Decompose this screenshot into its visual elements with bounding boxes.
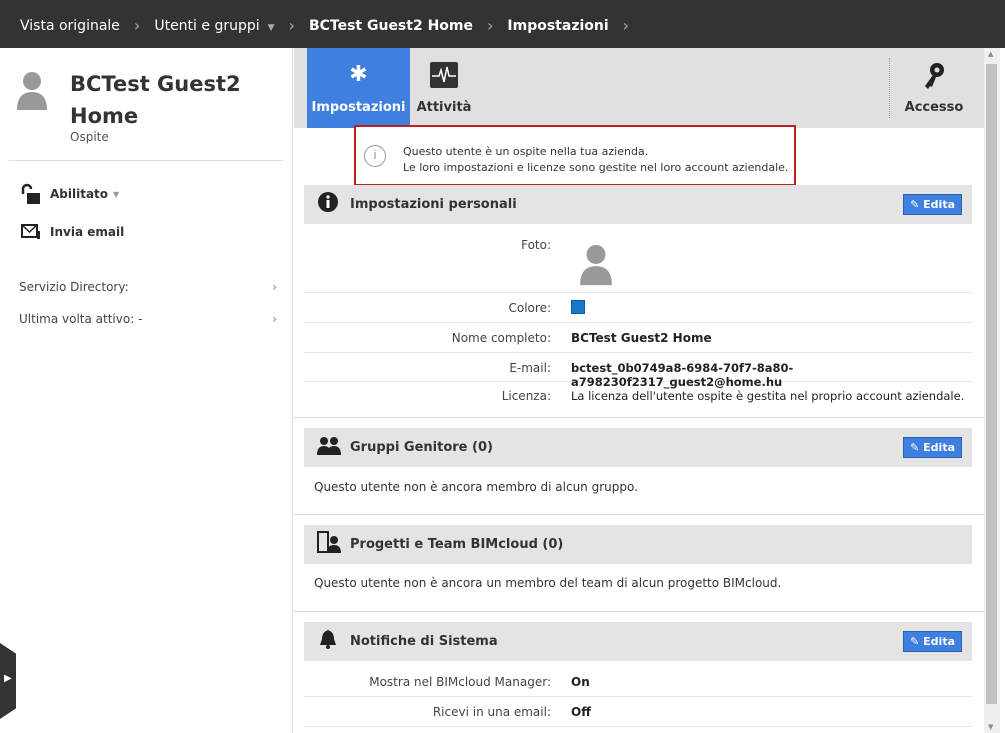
- fullname-value: BCTest Guest2 Home: [571, 331, 712, 345]
- users-icon: [317, 435, 341, 460]
- info-circle-icon: [317, 192, 339, 217]
- edit-button[interactable]: ✎ Edita: [903, 437, 962, 458]
- chevron-right-icon: ›: [487, 16, 494, 35]
- status-label: Abilitato: [50, 187, 109, 201]
- tab-accesso[interactable]: Accesso: [899, 48, 969, 128]
- show-in-manager-row: Mostra nel BIMcloud Manager: On: [304, 667, 972, 697]
- edit-label: Edita: [923, 635, 955, 648]
- projects-header: Progetti e Team BIMcloud (0): [304, 525, 972, 564]
- divider: [889, 58, 890, 118]
- breadcrumb-impostazioni[interactable]: Impostazioni: [507, 18, 608, 34]
- section-title: Notifiche di Sistema: [350, 634, 498, 649]
- user-role: Ospite: [70, 130, 109, 144]
- projects-empty-text: Questo utente non è ancora un membro del…: [314, 576, 782, 590]
- expand-panel-handle[interactable]: ▶: [0, 643, 16, 719]
- chevron-right-icon: ›: [288, 16, 295, 35]
- breadcrumb-label: Utenti e gruppi: [154, 17, 260, 34]
- gear-icon: ✱: [349, 62, 368, 87]
- receive-email-row: Ricevi in una email: Off: [304, 697, 972, 727]
- scrollbar[interactable]: ▲ ▼: [984, 48, 1000, 733]
- scroll-down-icon[interactable]: ▼: [988, 723, 993, 731]
- divider: [294, 417, 984, 428]
- directory-label: Servizio Directory:: [19, 280, 129, 294]
- main-content: ✱ Impostazioni Attività Accesso i Questo …: [294, 48, 984, 733]
- chevron-right-icon: ›: [272, 280, 277, 294]
- color-swatch[interactable]: [571, 300, 585, 314]
- edit-button[interactable]: ✎ Edita: [903, 194, 962, 215]
- last-active-row[interactable]: Ultima volta attivo: - ›: [19, 312, 277, 326]
- arrow-right-icon: ▶: [4, 673, 12, 684]
- divider: [9, 160, 283, 161]
- tab-impostazioni[interactable]: ✱ Impostazioni: [307, 48, 410, 128]
- groups-empty-text: Questo utente non è ancora membro di alc…: [314, 480, 638, 494]
- tab-bar: ✱ Impostazioni Attività Accesso: [294, 48, 984, 128]
- breadcrumb: Vista originale › Utenti e gruppi ▼ › BCTes…: [20, 16, 643, 35]
- email-row: E-mail: bctest_0b0749a8-6984-70f7-8a80-a…: [304, 353, 972, 389]
- breadcrumb-vista-originale[interactable]: Vista originale: [20, 18, 120, 34]
- last-active-label: Ultima volta attivo: -: [19, 312, 143, 326]
- top-bar: Vista originale › Utenti e gruppi ▼ › BCTes…: [0, 0, 1005, 48]
- key-icon: [899, 62, 969, 96]
- edit-button[interactable]: ✎ Edita: [903, 631, 962, 652]
- edit-label: Edita: [923, 198, 955, 211]
- unlock-icon: [21, 183, 40, 204]
- license-label: Licenza:: [501, 389, 551, 403]
- scrollbar-thumb[interactable]: [986, 64, 997, 704]
- scroll-up-icon[interactable]: ▲: [988, 50, 993, 58]
- email-label: E-mail:: [509, 361, 551, 375]
- user-sidebar: BCTest Guest2 Home Ospite Abilitato ▼ Inv…: [0, 48, 293, 733]
- section-title: Gruppi Genitore (0): [350, 440, 493, 455]
- license-row: Licenza: La licenza dell'utente ospite è…: [304, 382, 972, 411]
- breadcrumb-user[interactable]: BCTest Guest2 Home: [309, 18, 473, 34]
- show-in-manager-label: Mostra nel BIMcloud Manager:: [369, 675, 551, 689]
- caret-down-icon[interactable]: ▼: [268, 23, 275, 33]
- tab-label: Attività: [416, 100, 472, 115]
- email-icon: [21, 224, 40, 239]
- caret-down-icon: ▼: [113, 189, 120, 199]
- tab-label: Accesso: [904, 100, 964, 115]
- status-dropdown[interactable]: Abilitato ▼: [20, 183, 119, 205]
- send-email-label: Invia email: [50, 225, 125, 239]
- directory-service-row[interactable]: Servizio Directory: ›: [19, 280, 277, 294]
- avatar: [17, 72, 47, 110]
- info-icon: i: [364, 145, 386, 167]
- color-row: Colore:: [304, 293, 972, 323]
- chevron-right-icon: ›: [622, 16, 630, 35]
- bell-icon: [317, 629, 339, 654]
- chevron-right-icon: ›: [272, 312, 277, 326]
- divider: [294, 514, 984, 525]
- license-value: La licenza dell'utente ospite è gestita …: [571, 389, 965, 403]
- guest-notice: i Questo utente è un ospite nella tua az…: [354, 125, 796, 186]
- divider: [294, 611, 984, 622]
- parent-groups-header: Gruppi Genitore (0) ✎ Edita: [304, 428, 972, 467]
- avatar: [580, 244, 612, 286]
- activity-icon: [414, 62, 474, 94]
- section-title: Progetti e Team BIMcloud (0): [350, 537, 564, 552]
- show-in-manager-value: On: [571, 675, 590, 689]
- project-team-icon: [317, 531, 341, 558]
- personal-settings-header: Impostazioni personali ✎ Edita: [304, 185, 972, 224]
- notice-line: Questo utente è un ospite nella tua azie…: [403, 145, 649, 158]
- color-label: Colore:: [508, 301, 552, 315]
- notice-line: Le loro impostazioni e licenze sono gest…: [403, 161, 789, 174]
- tab-label: Impostazioni: [311, 100, 406, 115]
- fullname-label: Nome completo:: [451, 331, 551, 345]
- section-title: Impostazioni personali: [350, 197, 517, 212]
- fullname-row: Nome completo: BCTest Guest2 Home: [304, 323, 972, 353]
- breadcrumb-utenti-gruppi[interactable]: Utenti e gruppi ▼: [154, 18, 274, 34]
- user-name: BCTest Guest2 Home: [70, 72, 241, 128]
- send-email-button[interactable]: Invia email: [20, 223, 124, 241]
- notifications-header: Notifiche di Sistema ✎ Edita: [304, 622, 972, 661]
- receive-email-label: Ricevi in una email:: [432, 705, 551, 719]
- edit-label: Edita: [923, 441, 955, 454]
- chevron-right-icon: ›: [133, 16, 141, 35]
- receive-email-value: Off: [571, 705, 591, 719]
- photo-row: Foto:: [304, 230, 972, 293]
- tab-attivita[interactable]: Attività: [414, 48, 474, 128]
- photo-label: Foto:: [521, 238, 551, 252]
